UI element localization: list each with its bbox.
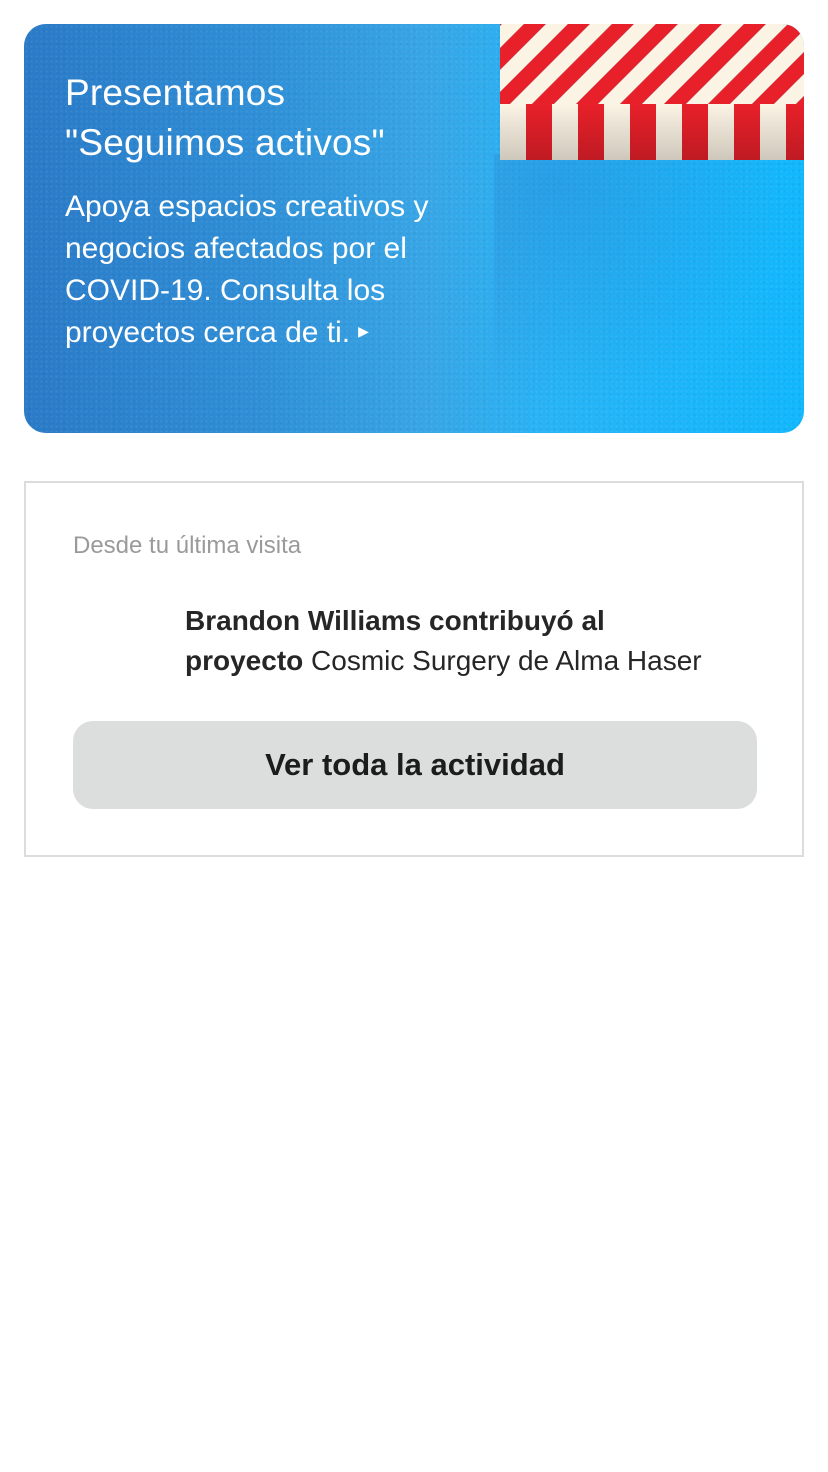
play-arrow-icon: ▶ xyxy=(358,323,369,340)
activity-project-name: Cosmic Surgery de Alma Haser xyxy=(311,645,702,676)
activity-actor-action: Brandon Williams contribuyó al xyxy=(185,605,605,636)
view-all-activity-button[interactable]: Ver toda la actividad xyxy=(73,721,757,809)
banner-title: Presentamos "Seguimos activos" xyxy=(65,68,465,168)
banner-shade xyxy=(494,154,804,433)
activity-header: Desde tu última visita xyxy=(73,532,302,559)
striped-awning-icon xyxy=(500,24,804,160)
page: Presentamos "Seguimos activos" Apoya esp… xyxy=(0,0,828,1472)
banner-title-line2: "Seguimos activos" xyxy=(65,122,385,163)
promo-banner[interactable]: Presentamos "Seguimos activos" Apoya esp… xyxy=(24,24,804,433)
activity-item[interactable]: Brandon Williams contribuyó al proyecto … xyxy=(185,601,765,681)
banner-description: Apoya espacios creativos y negocios afec… xyxy=(65,186,445,355)
activity-card: Desde tu última visita Brandon Williams … xyxy=(24,481,804,857)
activity-object-prefix: proyecto xyxy=(185,645,304,676)
banner-body-text: Apoya espacios creativos y negocios afec… xyxy=(65,190,429,349)
banner-title-line1: Presentamos xyxy=(65,72,286,113)
